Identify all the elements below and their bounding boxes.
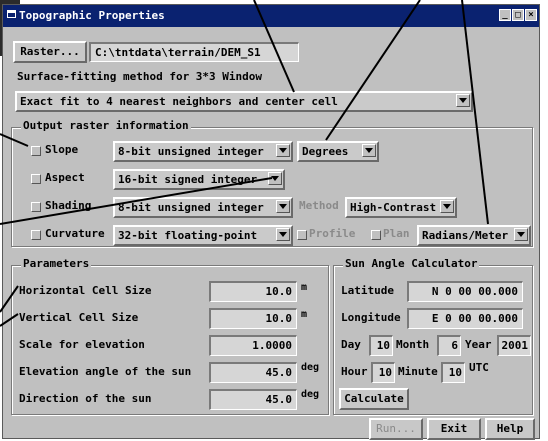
- vertical-cell-size-label: Vertical Cell Size: [19, 311, 139, 324]
- calculate-button[interactable]: Calculate: [339, 388, 409, 410]
- minute-label: Minute: [398, 365, 438, 378]
- horizontal-cell-size-unit: m: [301, 282, 308, 293]
- raster-path-field: C:\tntdata\terrain/DEM_S1: [89, 42, 299, 62]
- chevron-down-icon[interactable]: [276, 200, 290, 213]
- horizontal-cell-size-label: Horizontal Cell Size: [19, 284, 152, 297]
- slope-label: Slope: [45, 143, 79, 156]
- chevron-down-icon[interactable]: [276, 144, 290, 157]
- run-button[interactable]: Run...: [369, 418, 423, 440]
- chevron-down-icon[interactable]: [440, 200, 454, 213]
- sun-direction-unit: deg: [301, 389, 320, 400]
- aspect-type-select[interactable]: 16-bit signed integer: [113, 169, 285, 190]
- hour-label: Hour: [341, 365, 368, 378]
- vertical-cell-size-field[interactable]: 10.0: [209, 308, 297, 329]
- curvature-units-select[interactable]: Radians/Meter: [417, 225, 531, 246]
- latitude-field[interactable]: N 0 00 00.000: [407, 281, 523, 302]
- shading-checkbox[interactable]: [31, 202, 41, 212]
- curvature-units-value: Radians/Meter: [422, 229, 509, 242]
- sun-elevation-unit: deg: [301, 362, 320, 373]
- shading-method-label: Method: [299, 199, 339, 212]
- sun-direction-field[interactable]: 45.0: [209, 389, 297, 410]
- plan-checkbox[interactable]: [371, 230, 381, 240]
- curvature-checkbox[interactable]: [31, 230, 41, 240]
- slope-units-select[interactable]: Degrees: [297, 141, 379, 162]
- output-raster-title: Output raster information: [21, 119, 191, 133]
- scale-elevation-label: Scale for elevation: [19, 338, 145, 351]
- slope-units-value: Degrees: [302, 145, 349, 158]
- curvature-label: Curvature: [45, 227, 105, 240]
- minimize-icon[interactable]: _: [499, 9, 511, 21]
- profile-label: Profile: [309, 227, 356, 240]
- aspect-label: Aspect: [45, 171, 85, 184]
- fit-method-select[interactable]: Exact fit to 4 nearest neighbors and cen…: [15, 91, 473, 112]
- title-bar[interactable]: Topographic Properties _ □ ×: [3, 5, 539, 27]
- scale-elevation-field[interactable]: 1.0000: [209, 335, 297, 356]
- hour-field[interactable]: 10: [371, 362, 395, 383]
- slope-checkbox[interactable]: [31, 146, 41, 156]
- aspect-type-value: 16-bit signed integer: [118, 173, 258, 186]
- chevron-down-icon[interactable]: [276, 228, 290, 241]
- utc-label: UTC: [469, 361, 489, 374]
- shading-method-select[interactable]: High-Contrast: [345, 197, 457, 218]
- exit-button[interactable]: Exit: [427, 418, 481, 440]
- sun-direction-label: Direction of the sun: [19, 392, 152, 405]
- month-label: Month: [396, 338, 430, 351]
- year-label: Year: [465, 338, 492, 351]
- sun-angle-title: Sun Angle Calculator: [343, 257, 480, 271]
- help-button[interactable]: Help: [485, 418, 535, 440]
- day-label: Day: [341, 338, 361, 351]
- day-field[interactable]: 10: [369, 335, 393, 356]
- shading-method-value: High-Contrast: [350, 201, 437, 214]
- curvature-type-value: 32-bit floating-point: [118, 229, 258, 242]
- curvature-type-select[interactable]: 32-bit floating-point: [113, 225, 293, 246]
- chevron-down-icon[interactable]: [268, 172, 282, 185]
- raster-button[interactable]: Raster...: [13, 41, 87, 63]
- plan-label: Plan: [383, 227, 410, 240]
- fit-method-label: Surface-fitting method for 3*3 Window: [17, 70, 263, 83]
- window-title: Topographic Properties: [19, 9, 165, 22]
- shading-type-select[interactable]: 8-bit unsigned integer: [113, 197, 293, 218]
- longitude-field[interactable]: E 0 00 00.000: [407, 308, 523, 329]
- topographic-properties-window: Topographic Properties _ □ × Raster... C…: [2, 4, 540, 440]
- parameters-title: Parameters: [21, 257, 92, 271]
- longitude-label: Longitude: [341, 311, 401, 324]
- aspect-checkbox[interactable]: [31, 174, 41, 184]
- year-field[interactable]: 2001: [497, 335, 531, 356]
- latitude-label: Latitude: [341, 284, 394, 297]
- chevron-down-icon[interactable]: [456, 94, 470, 107]
- slope-type-select[interactable]: 8-bit unsigned integer: [113, 141, 293, 162]
- vertical-cell-size-unit: m: [301, 309, 308, 320]
- window-menu-icon[interactable]: [7, 10, 16, 18]
- shading-type-value: 8-bit unsigned integer: [118, 201, 264, 214]
- month-field[interactable]: 6: [437, 335, 461, 356]
- minute-field[interactable]: 10: [441, 362, 465, 383]
- horizontal-cell-size-field[interactable]: 10.0: [209, 281, 297, 302]
- sun-elevation-field[interactable]: 45.0: [209, 362, 297, 383]
- slope-type-value: 8-bit unsigned integer: [118, 145, 264, 158]
- sun-elevation-label: Elevation angle of the sun: [19, 365, 192, 378]
- profile-checkbox[interactable]: [297, 230, 307, 240]
- fit-method-value: Exact fit to 4 nearest neighbors and cen…: [20, 95, 338, 108]
- close-icon[interactable]: ×: [525, 9, 537, 21]
- shading-label: Shading: [45, 199, 92, 212]
- chevron-down-icon[interactable]: [514, 228, 528, 241]
- chevron-down-icon[interactable]: [362, 144, 376, 157]
- maximize-icon[interactable]: □: [512, 9, 524, 21]
